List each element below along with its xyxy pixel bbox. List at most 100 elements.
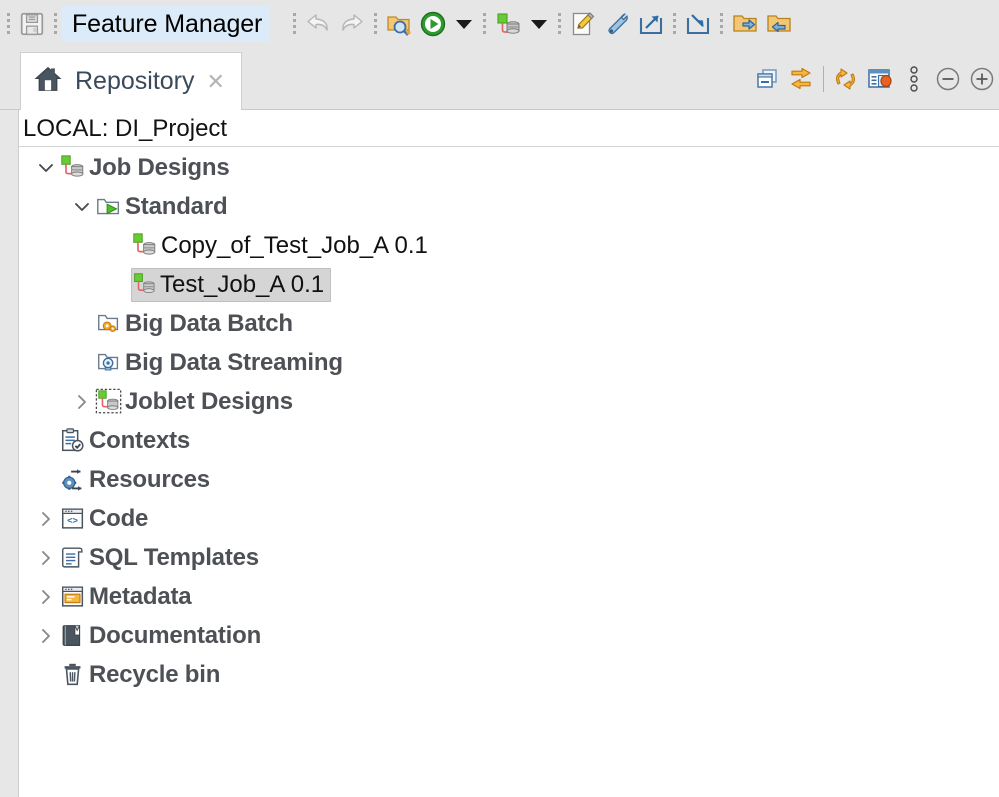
toolbar-grip-5[interactable] bbox=[480, 9, 489, 39]
tree-item-job-designs[interactable]: Job Designs bbox=[19, 148, 999, 187]
toolbar-grip-7[interactable] bbox=[670, 9, 679, 39]
collapse-all-icon[interactable] bbox=[931, 61, 965, 97]
run-green-play-icon[interactable] bbox=[416, 7, 450, 41]
tree-item-joblet-designs[interactable]: Joblet Designs bbox=[19, 382, 999, 421]
twisty-placeholder bbox=[33, 421, 59, 460]
tree-item-contexts[interactable]: Contexts bbox=[19, 421, 999, 460]
twisty-placeholder bbox=[69, 343, 95, 382]
chevron-right-icon[interactable] bbox=[33, 616, 59, 655]
job-item-icon bbox=[132, 270, 158, 300]
toolbar-divider bbox=[823, 66, 824, 92]
toolbar-grip-8[interactable] bbox=[717, 9, 726, 39]
view-tab-bar: Repository ✕ bbox=[0, 48, 999, 110]
chevron-right-icon[interactable] bbox=[33, 499, 59, 538]
repository-panel: LOCAL: DI_Project Job Designs Standard C… bbox=[0, 110, 999, 797]
toolbar-grip-6[interactable] bbox=[555, 9, 564, 39]
big-data-streaming-icon bbox=[95, 348, 123, 378]
run-dropdown-chevron-down-icon[interactable] bbox=[450, 7, 478, 41]
tree-item-label: Documentation bbox=[89, 621, 262, 649]
twisty-placeholder bbox=[33, 460, 59, 499]
tree-item-resources[interactable]: Resources bbox=[19, 460, 999, 499]
toolbar-grip-4[interactable] bbox=[371, 9, 380, 39]
job-dropdown-chevron-down-icon[interactable] bbox=[525, 7, 553, 41]
tree-item-label: Copy_of_Test_Job_A 0.1 bbox=[161, 231, 428, 259]
chevron-down-icon[interactable] bbox=[69, 187, 95, 226]
job-designs-icon[interactable] bbox=[491, 7, 525, 41]
tab-repository[interactable]: Repository ✕ bbox=[20, 52, 242, 110]
tree-item-big-data-batch[interactable]: Big Data Batch bbox=[19, 304, 999, 343]
tree-item-label: Joblet Designs bbox=[125, 387, 293, 415]
tree-item-label: Standard bbox=[125, 192, 228, 220]
tree-item-label: Contexts bbox=[89, 426, 191, 454]
tree-item-label: SQL Templates bbox=[89, 543, 259, 571]
tree-item-metadata[interactable]: Metadata bbox=[19, 577, 999, 616]
recycle-bin-icon bbox=[59, 660, 87, 690]
home-icon bbox=[33, 64, 63, 99]
export-arrow-icon[interactable] bbox=[634, 7, 668, 41]
tree-item-label: Recycle bin bbox=[89, 660, 221, 688]
tree-item-label: Big Data Streaming bbox=[125, 348, 343, 376]
tree-item-label: Resources bbox=[89, 465, 210, 493]
big-data-batch-icon bbox=[95, 309, 123, 339]
tree-item-recycle-bin[interactable]: Recycle bin bbox=[19, 655, 999, 694]
import-items-folder-icon[interactable] bbox=[762, 7, 796, 41]
tree-item-code[interactable]: <> Code bbox=[19, 499, 999, 538]
standard-folder-icon bbox=[95, 192, 123, 222]
documentation-icon bbox=[59, 621, 87, 651]
save-floppy-icon[interactable] bbox=[15, 7, 49, 41]
panel-left-margin bbox=[0, 110, 19, 797]
tree-item-selected-highlight[interactable]: Test_Job_A 0.1 bbox=[131, 267, 332, 302]
tree-item-copy-of-test-job-a[interactable]: Copy_of_Test_Job_A 0.1 bbox=[19, 226, 999, 265]
edit-pencil-icon[interactable] bbox=[566, 7, 600, 41]
tree-item-label: Metadata bbox=[89, 582, 192, 610]
link-sync-icon[interactable] bbox=[784, 61, 818, 97]
import-arrow-icon[interactable] bbox=[681, 7, 715, 41]
redo-arrow-icon[interactable] bbox=[335, 7, 369, 41]
chevron-right-icon[interactable] bbox=[33, 577, 59, 616]
contexts-icon bbox=[59, 426, 87, 456]
project-header: LOCAL: DI_Project bbox=[19, 110, 999, 147]
find-folder-icon[interactable] bbox=[382, 7, 416, 41]
toolbar-grip[interactable] bbox=[4, 9, 13, 39]
code-icon: <> bbox=[59, 504, 87, 534]
tab-repository-label: Repository bbox=[75, 67, 195, 95]
tree-item-label: Big Data Batch bbox=[125, 309, 293, 337]
undo-arrow-icon[interactable] bbox=[301, 7, 335, 41]
tree-item-label: Test_Job_A 0.1 bbox=[160, 270, 325, 298]
tree-item-label: Job Designs bbox=[89, 153, 230, 181]
twisty-placeholder bbox=[105, 226, 131, 265]
feature-manager-field[interactable]: Feature Manager bbox=[62, 6, 271, 42]
joblet-designs-icon bbox=[95, 387, 123, 417]
tree-item-test-job-a[interactable]: Test_Job_A 0.1 bbox=[19, 265, 999, 304]
tree-item-standard[interactable]: Standard bbox=[19, 187, 999, 226]
tree-item-documentation[interactable]: Documentation bbox=[19, 616, 999, 655]
expand-all-icon[interactable] bbox=[965, 61, 999, 97]
chevron-down-icon[interactable] bbox=[33, 148, 59, 187]
toolbar-grip-3[interactable] bbox=[290, 9, 299, 39]
tree-item-big-data-streaming[interactable]: Big Data Streaming bbox=[19, 343, 999, 382]
metadata-icon bbox=[59, 582, 87, 612]
twisty-placeholder bbox=[69, 304, 95, 343]
refresh-icon[interactable] bbox=[829, 61, 863, 97]
tree-item-sql-templates[interactable]: SQL Templates bbox=[19, 538, 999, 577]
twisty-placeholder bbox=[105, 265, 131, 304]
sql-templates-icon bbox=[59, 543, 87, 573]
wrench-screwdriver-icon[interactable] bbox=[600, 7, 634, 41]
main-toolbar: Feature Manager bbox=[0, 0, 999, 48]
export-items-folder-icon[interactable] bbox=[728, 7, 762, 41]
job-designs-icon bbox=[59, 153, 87, 183]
close-x-icon[interactable]: ✕ bbox=[207, 70, 225, 93]
svg-text:<>: <> bbox=[67, 515, 78, 525]
chevron-right-icon[interactable] bbox=[33, 538, 59, 577]
job-item-icon bbox=[131, 231, 159, 261]
filter-view-icon[interactable] bbox=[863, 61, 897, 97]
view-toolbar bbox=[750, 58, 999, 100]
resources-icon bbox=[59, 465, 87, 495]
tree-item-label: Code bbox=[89, 504, 149, 532]
repository-tree[interactable]: Job Designs Standard Copy_of_Test_Job_A … bbox=[19, 148, 999, 694]
minimize-view-icon[interactable] bbox=[750, 61, 784, 97]
toolbar-grip-2[interactable] bbox=[51, 9, 60, 39]
view-menu-icon[interactable] bbox=[897, 61, 931, 97]
chevron-right-icon[interactable] bbox=[69, 382, 95, 421]
twisty-placeholder bbox=[33, 655, 59, 694]
